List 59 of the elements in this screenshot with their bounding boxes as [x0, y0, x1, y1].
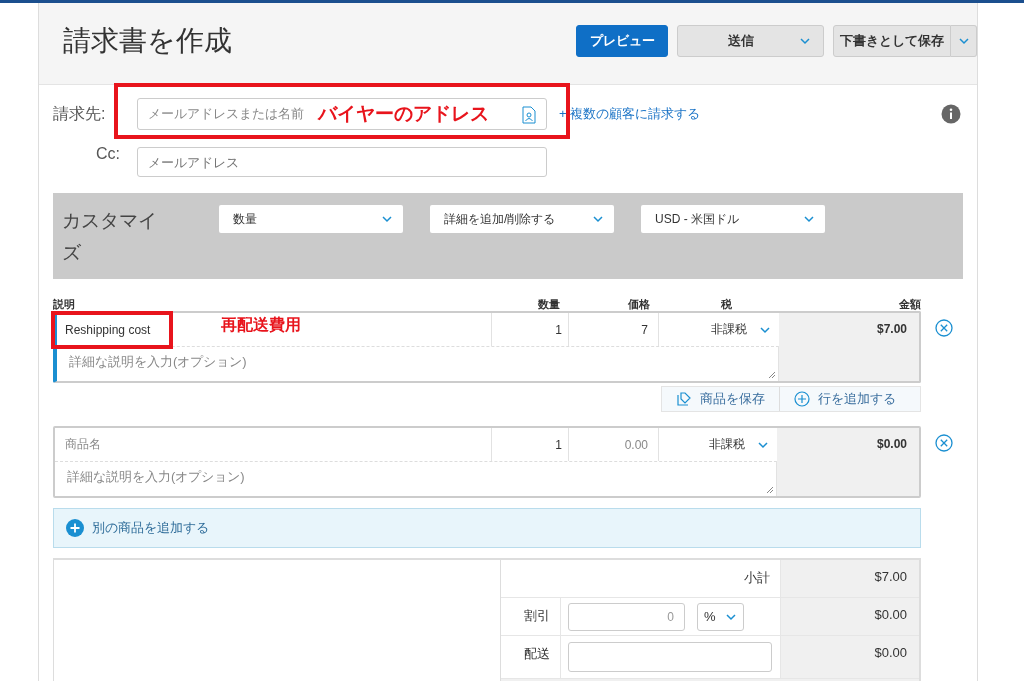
- column-header: 数量: [537, 297, 560, 311]
- cc-field[interactable]: メールアドレス: [137, 147, 547, 177]
- preview-button[interactable]: プレビュー: [576, 25, 668, 57]
- quantity-field[interactable]: 1: [555, 322, 562, 337]
- dropdown-select[interactable]: 数量: [219, 205, 403, 233]
- field-label: Cc:: [95, 145, 121, 163]
- column-header: 説明: [53, 297, 76, 311]
- resize-grip-icon: [768, 371, 776, 379]
- field-label: 請求先:: [53, 103, 107, 124]
- item-name-field[interactable]: 商品名: [65, 436, 101, 453]
- unit-select[interactable]: %: [697, 602, 744, 631]
- multi-customer-link[interactable]: + 複数の顧客に請求する: [559, 105, 701, 123]
- tag-icon: [676, 391, 692, 407]
- page-title: 請求書を作成: [63, 24, 232, 58]
- chevron-down-icon: [799, 37, 811, 45]
- column-header: 価格: [627, 297, 650, 311]
- amount-value: $0.00: [876, 437, 907, 451]
- total-amount: $7.00: [781, 560, 919, 597]
- send-button[interactable]: 送信: [677, 25, 824, 57]
- save-draft-button[interactable]: 下書きとして保存: [833, 25, 951, 57]
- save-item-button[interactable]: 商品を保存: [662, 387, 780, 411]
- column-header: 税: [720, 297, 732, 311]
- annotation-text: 再配送費用: [221, 315, 301, 335]
- remove-button[interactable]: [935, 319, 953, 337]
- item-name-field[interactable]: Reshipping cost: [65, 322, 151, 337]
- column-header: 金額: [898, 297, 921, 311]
- dropdown-select[interactable]: USD - 米国ドル: [641, 205, 825, 233]
- total-label: 割引: [501, 598, 561, 635]
- plus-circle-icon: [794, 391, 810, 407]
- chevron-down-icon: [759, 325, 771, 334]
- tax-select[interactable]: 非課税: [709, 436, 769, 453]
- close-icon: [935, 319, 953, 337]
- total-amount: $0.00: [781, 598, 919, 635]
- chevron-down-icon: [381, 215, 393, 223]
- annotation-text: バイヤーのアドレス: [318, 102, 489, 126]
- chevron-down-icon: [757, 440, 769, 449]
- price-field[interactable]: 7: [641, 322, 648, 337]
- total-amount: $0.00: [781, 636, 919, 678]
- dropdown-select[interactable]: 詳細を追加/削除する: [430, 205, 614, 233]
- price-field[interactable]: 0.00: [624, 437, 648, 452]
- resize-grip-icon: [766, 486, 774, 494]
- quantity-field[interactable]: 1: [555, 437, 562, 452]
- remove-button[interactable]: [935, 434, 953, 452]
- info-icon: [941, 104, 961, 124]
- shipping-field[interactable]: [568, 642, 772, 672]
- add-item-button[interactable]: 別の商品を追加する: [53, 508, 921, 548]
- total-label: 配送: [501, 636, 561, 678]
- close-icon: [935, 434, 953, 452]
- chevron-down-icon: [957, 37, 970, 45]
- contact-card-icon: [522, 104, 536, 124]
- recipient-field[interactable]: メールアドレスまたは名前 バイヤーのアドレス: [137, 98, 547, 130]
- customize-label: カスタマイズ: [61, 209, 158, 265]
- amount-value: $7.00: [876, 322, 907, 336]
- add-row-button[interactable]: 行を追加する: [780, 387, 910, 411]
- tax-select[interactable]: 非課税: [711, 321, 771, 338]
- plus-circle-icon: [66, 519, 84, 537]
- chevron-down-icon: [803, 215, 815, 223]
- chevron-down-icon: [592, 215, 604, 223]
- chevron-down-icon: [725, 612, 737, 621]
